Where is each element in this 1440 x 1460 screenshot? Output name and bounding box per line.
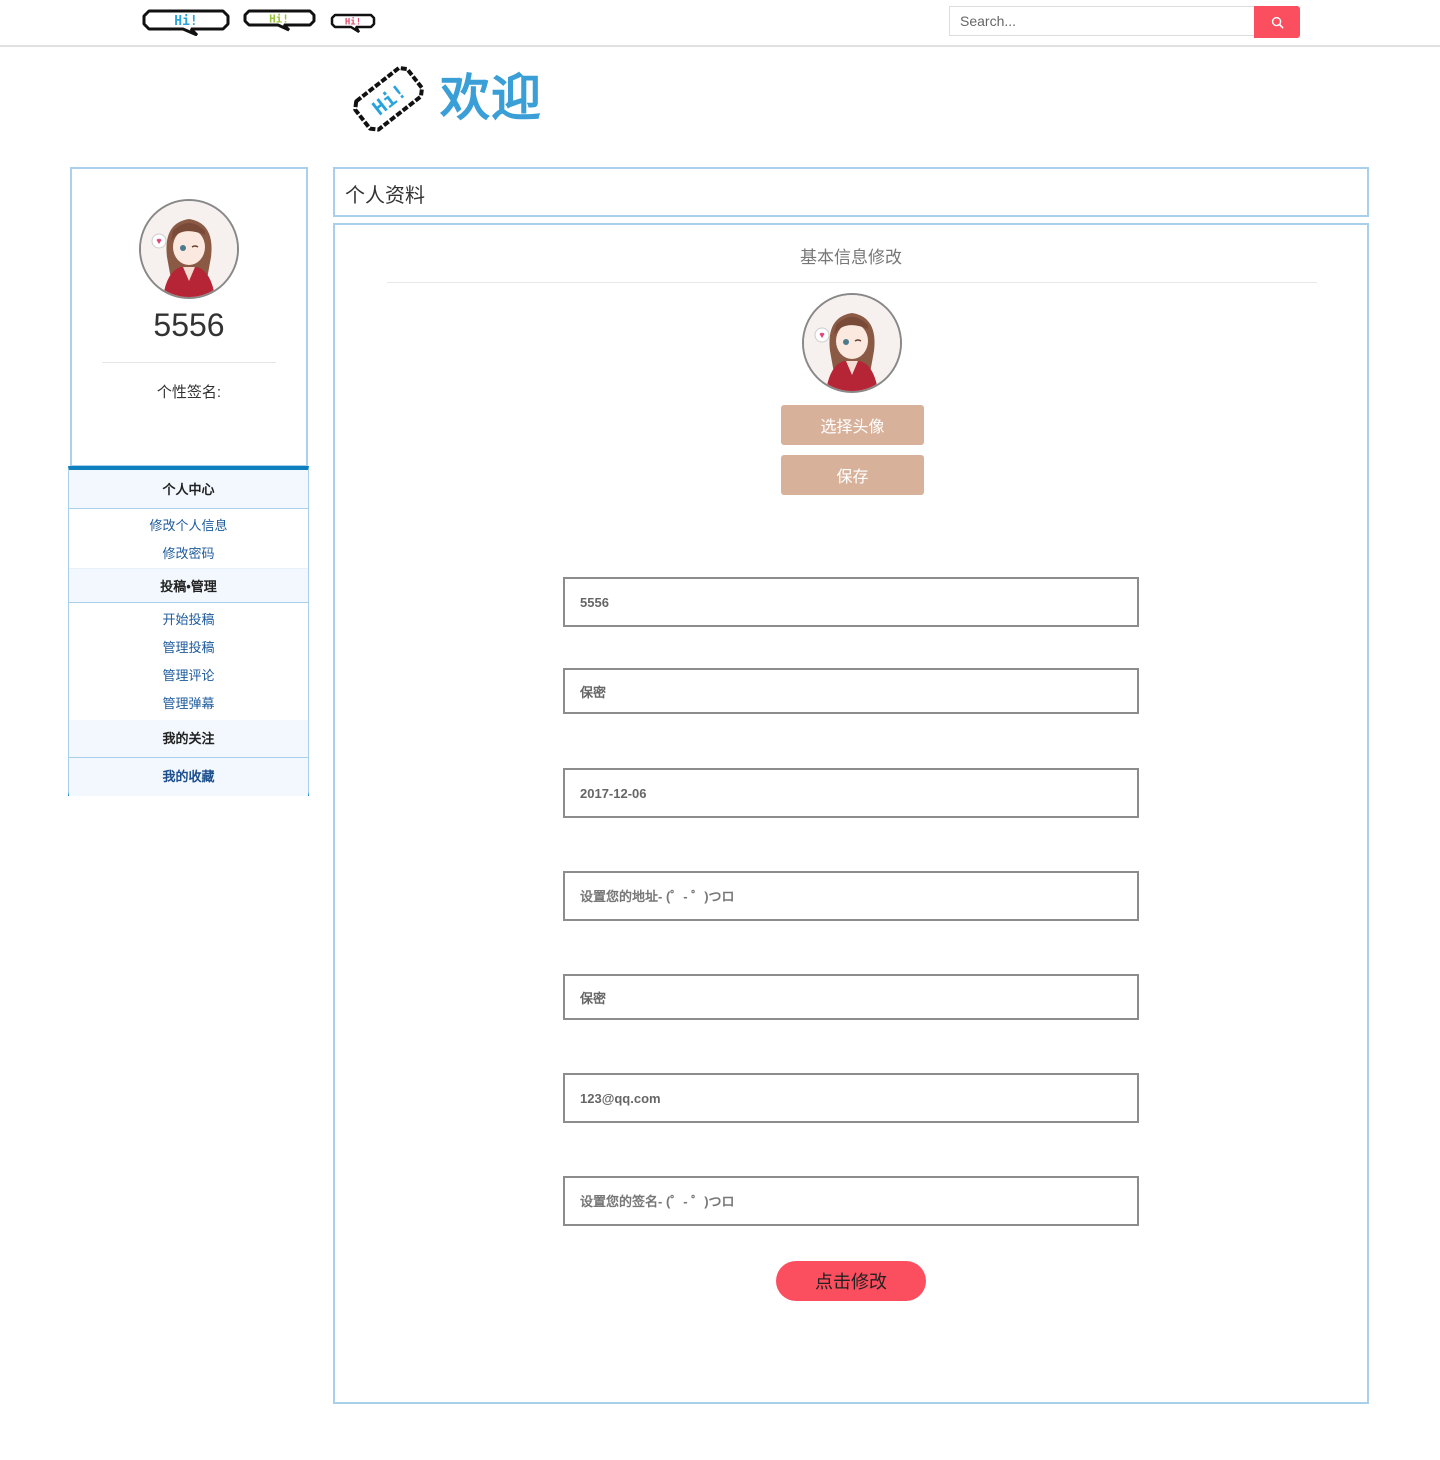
section-title: 基本信息修改 (800, 248, 902, 267)
privacy-field[interactable] (563, 974, 1139, 1020)
hi-badge-text: Hi! (269, 13, 289, 26)
profile-card: 5556 个性签名: (70, 167, 308, 467)
menu-item-manage-submissions[interactable]: 管理投稿 (69, 634, 308, 662)
anime-girl-avatar-icon (804, 295, 900, 391)
profile-username: 5556 (153, 307, 225, 343)
signature-label: 个性签名: (156, 384, 222, 401)
email-field[interactable] (563, 1073, 1139, 1123)
profile-divider (102, 362, 276, 363)
search-icon (1271, 16, 1283, 28)
menu-item-manage-comments[interactable]: 管理评论 (69, 662, 308, 690)
anime-girl-avatar-icon (141, 201, 237, 297)
hi-badge-text: Hi! (345, 17, 361, 28)
hi-logo-green[interactable]: Hi! (242, 8, 317, 32)
hi-logo-blue[interactable]: Hi! (141, 8, 231, 36)
menu-group-favorites[interactable]: 我的收藏 (69, 758, 308, 796)
address-field[interactable] (563, 871, 1139, 921)
hi-badge-text: Hi! (174, 14, 197, 29)
menu-item-change-password[interactable]: 修改密码 (69, 540, 308, 568)
panel-header: 个人资料 (333, 167, 1369, 217)
menu-group-submission[interactable]: 投稿•管理 (69, 568, 308, 603)
search-button[interactable] (1254, 6, 1300, 38)
gender-field[interactable] (563, 668, 1139, 714)
profile-avatar[interactable] (139, 199, 239, 299)
section-divider (387, 282, 1317, 283)
menu-item-edit-profile[interactable]: 修改个人信息 (69, 512, 308, 540)
menu-item-start-submission[interactable]: 开始投稿 (69, 606, 308, 634)
menu-group-personal-center[interactable]: 个人中心 (69, 470, 308, 509)
welcome-hi-logo: Hi! (353, 66, 424, 132)
menu-group-following[interactable]: 我的关注 (69, 720, 308, 758)
choose-avatar-button[interactable]: 选择头像 (781, 405, 924, 445)
top-navbar: Hi! Hi! Hi! (0, 0, 1440, 47)
submit-edit-button[interactable]: 点击修改 (776, 1261, 926, 1301)
profile-edit-panel: 基本信息修改 选择头像 保存 点击修改 (333, 223, 1369, 1404)
save-avatar-button[interactable]: 保存 (781, 455, 924, 495)
edit-avatar-preview (802, 293, 902, 393)
welcome-title: 欢迎 (440, 69, 542, 127)
panel-title: 个人资料 (345, 185, 425, 207)
side-menu: 个人中心 修改个人信息 修改密码 投稿•管理 开始投稿 管理投稿 管理评论 管理… (68, 466, 309, 796)
search-input[interactable] (949, 6, 1254, 36)
hi-logo-pink[interactable]: Hi! (330, 12, 376, 34)
nickname-field[interactable] (563, 577, 1139, 627)
menu-item-manage-danmaku[interactable]: 管理弹幕 (69, 690, 308, 718)
birthday-field[interactable] (563, 768, 1139, 818)
signature-field[interactable] (563, 1176, 1139, 1226)
